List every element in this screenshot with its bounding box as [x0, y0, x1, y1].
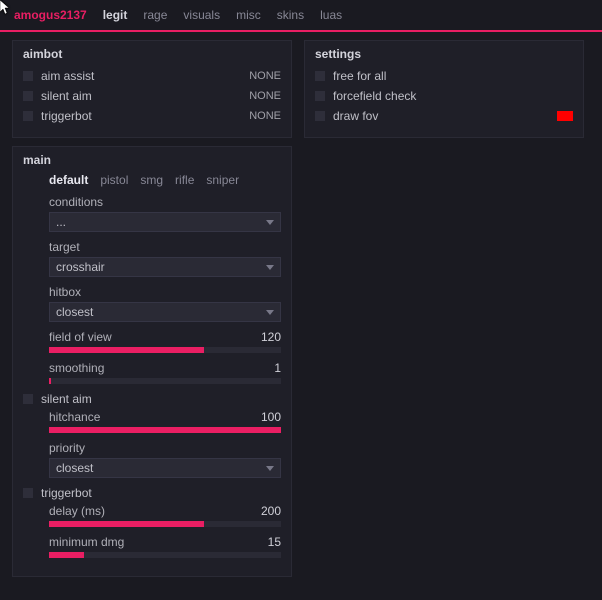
hitbox-select[interactable]: closest	[49, 302, 281, 322]
weapon-tabs: default pistol smg rifle sniper	[49, 173, 281, 187]
aim-assist-keybind[interactable]: NONE	[249, 70, 281, 82]
ffa-label: free for all	[333, 69, 573, 83]
silent-aim-checkbox[interactable]	[23, 91, 33, 101]
ffa-checkbox[interactable]	[315, 71, 325, 81]
tab-default[interactable]: default	[49, 173, 88, 187]
silent-section-checkbox[interactable]	[23, 394, 33, 404]
nav-tab-luas[interactable]: luas	[320, 8, 342, 22]
drawfov-label: draw fov	[333, 109, 557, 123]
triggerbot-label: triggerbot	[41, 109, 249, 123]
trigger-section-checkbox[interactable]	[23, 488, 33, 498]
triggerbot-keybind[interactable]: NONE	[249, 110, 281, 122]
hitchance-value: 100	[261, 410, 281, 424]
target-select[interactable]: crosshair	[49, 257, 281, 277]
fov-slider[interactable]	[49, 347, 281, 353]
main-panel: main default pistol smg rifle sniper con…	[12, 146, 292, 577]
silent-aim-keybind[interactable]: NONE	[249, 90, 281, 102]
main-title: main	[23, 153, 281, 167]
target-label: target	[49, 240, 281, 254]
fov-value: 120	[261, 330, 281, 344]
aimbot-title: aimbot	[23, 47, 281, 61]
forcefield-checkbox[interactable]	[315, 91, 325, 101]
nav-tab-skins[interactable]: skins	[277, 8, 304, 22]
delay-value: 200	[261, 504, 281, 518]
smoothing-slider[interactable]	[49, 378, 281, 384]
nav-tab-visuals[interactable]: visuals	[183, 8, 220, 22]
top-nav: amogus2137 legit rage visuals misc skins…	[0, 0, 602, 32]
hitchance-label: hitchance	[49, 410, 100, 424]
smoothing-value: 1	[274, 361, 281, 375]
drawfov-checkbox[interactable]	[315, 111, 325, 121]
aim-assist-checkbox[interactable]	[23, 71, 33, 81]
fov-label: field of view	[49, 330, 112, 344]
triggerbot-checkbox[interactable]	[23, 111, 33, 121]
aim-assist-label: aim assist	[41, 69, 249, 83]
nav-tab-misc[interactable]: misc	[236, 8, 261, 22]
hitbox-label: hitbox	[49, 285, 281, 299]
aimbot-panel: aimbot aim assist NONE silent aim NONE t…	[12, 40, 292, 138]
hitchance-slider[interactable]	[49, 427, 281, 433]
priority-label: priority	[49, 441, 281, 455]
smoothing-label: smoothing	[49, 361, 104, 375]
delay-label: delay (ms)	[49, 504, 105, 518]
mindmg-slider[interactable]	[49, 552, 281, 558]
nav-tab-rage[interactable]: rage	[143, 8, 167, 22]
silent-section-label: silent aim	[41, 392, 281, 406]
forcefield-label: forcefield check	[333, 89, 573, 103]
tab-pistol[interactable]: pistol	[100, 173, 128, 187]
priority-select[interactable]: closest	[49, 458, 281, 478]
delay-slider[interactable]	[49, 521, 281, 527]
mindmg-label: minimum dmg	[49, 535, 124, 549]
mindmg-value: 15	[268, 535, 281, 549]
drawfov-color-picker[interactable]	[557, 111, 573, 121]
nav-tab-legit[interactable]: legit	[103, 8, 128, 22]
conditions-select[interactable]: ...	[49, 212, 281, 232]
settings-panel: settings free for all forcefield check d…	[304, 40, 584, 138]
conditions-label: conditions	[49, 195, 281, 209]
tab-rifle[interactable]: rifle	[175, 173, 194, 187]
trigger-section-label: triggerbot	[41, 486, 281, 500]
tab-sniper[interactable]: sniper	[206, 173, 239, 187]
nav-user: amogus2137	[14, 8, 87, 22]
silent-aim-label: silent aim	[41, 89, 249, 103]
settings-title: settings	[315, 47, 573, 61]
tab-smg[interactable]: smg	[140, 173, 163, 187]
